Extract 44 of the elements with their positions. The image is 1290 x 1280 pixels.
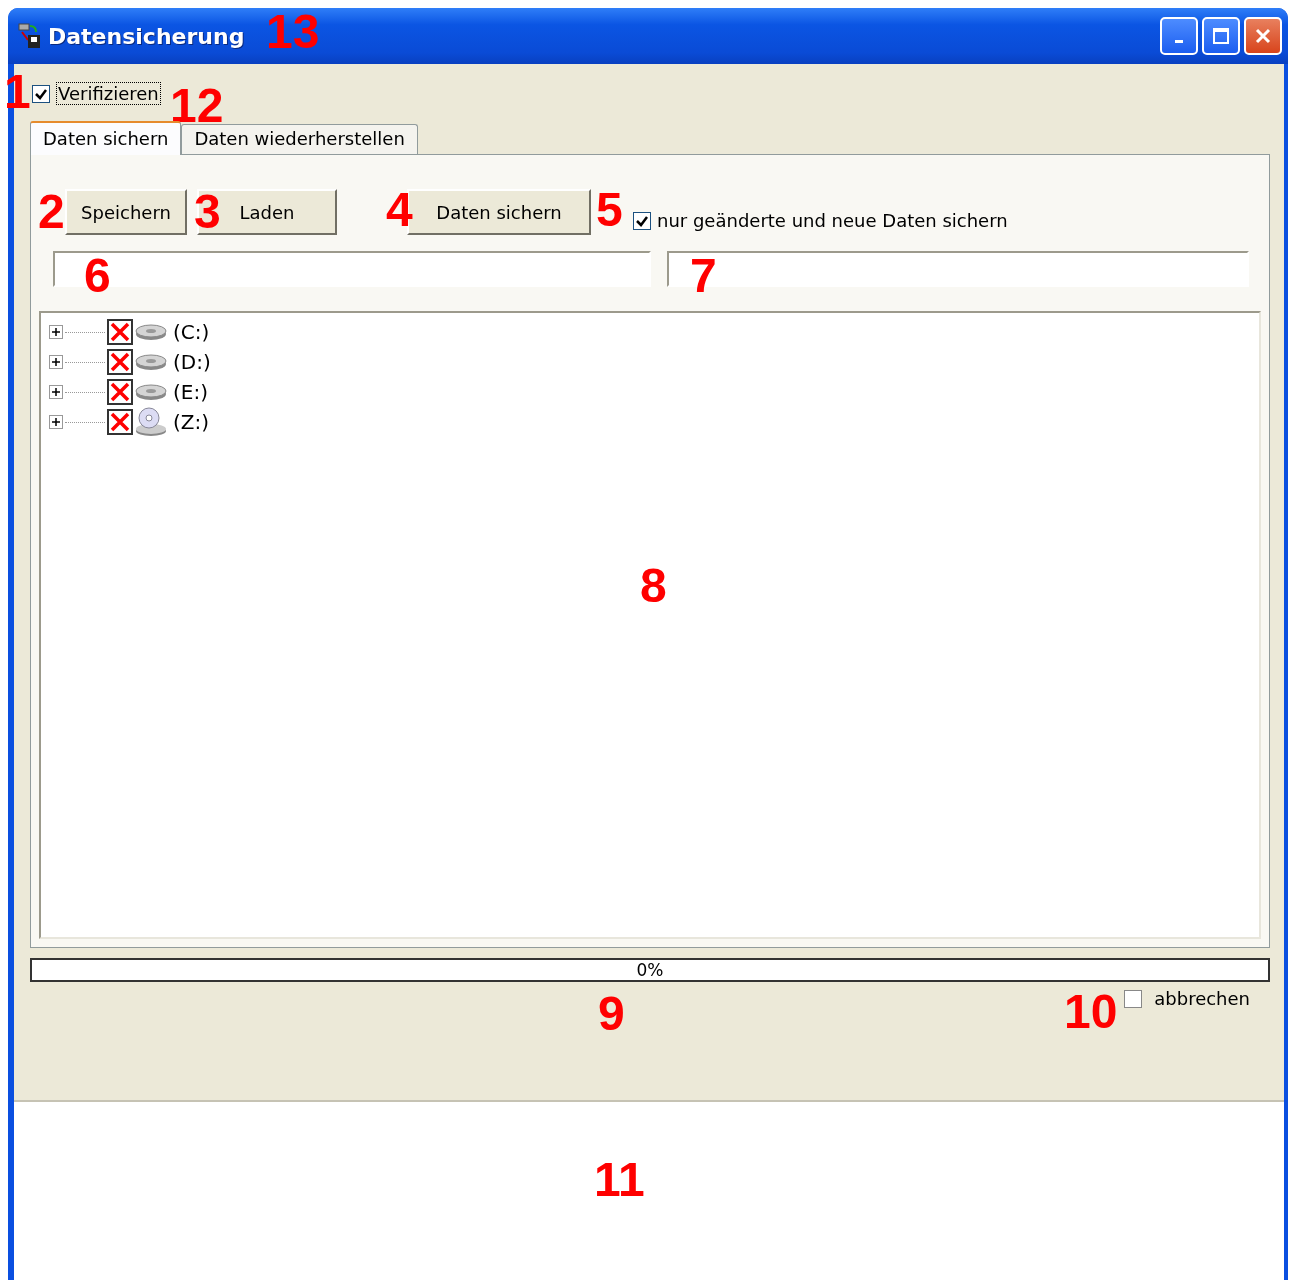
callout-number: 8 [640, 562, 667, 610]
minimize-button[interactable] [1160, 17, 1198, 55]
maximize-icon [1212, 27, 1230, 45]
callout-number: 11 [594, 1156, 645, 1204]
progress-reading: 0% [635, 960, 665, 980]
drive-label[interactable]: (E:) [173, 380, 208, 404]
drive-label[interactable]: (C:) [173, 320, 210, 344]
expand-icon[interactable] [49, 325, 63, 339]
callout-number: 6 [84, 252, 111, 300]
excluded-checkbox[interactable] [107, 409, 133, 435]
checkbox-label: nur geänderte und neue Daten sichern [657, 210, 1008, 231]
tab[interactable]: Daten sichern [30, 121, 182, 155]
tab[interactable]: Daten wiederherstellen [181, 124, 418, 154]
hard-drive-icon [135, 353, 167, 371]
backup-icon [18, 23, 42, 49]
checkbox-label: abbrechen [1154, 988, 1250, 1009]
callout-number: 10 [1064, 988, 1118, 1036]
expand-icon[interactable] [49, 415, 63, 429]
minimize-icon [1175, 39, 1183, 43]
excluded-checkbox[interactable] [107, 319, 133, 345]
hard-drive-icon [135, 383, 167, 401]
expand-icon[interactable] [49, 355, 63, 369]
only-changed-checkbox[interactable] [633, 211, 651, 230]
maximize-button[interactable] [1202, 17, 1240, 55]
checkbox-label: Verifizieren [56, 82, 161, 105]
excluded-checkbox[interactable] [107, 349, 133, 375]
callout-number: 7 [690, 252, 717, 300]
callout-number: 3 [194, 188, 221, 236]
drive-label[interactable]: (D:) [173, 350, 211, 374]
close-icon [1254, 27, 1272, 45]
callout-number: 2 [38, 188, 65, 236]
close-button[interactable] [1244, 17, 1282, 55]
excluded-checkbox[interactable] [107, 379, 133, 405]
callout-number: 13 [266, 8, 320, 56]
expand-icon[interactable] [49, 385, 63, 399]
verify-checkbox[interactable] [32, 84, 50, 103]
cd-drive-icon [135, 407, 167, 437]
action-button[interactable]: Speichern [65, 189, 187, 235]
drive-label[interactable]: (Z:) [173, 410, 210, 434]
callout-number: 5 [596, 186, 623, 234]
hard-drive-icon [135, 323, 167, 341]
window-title: Datensicherung [48, 23, 245, 49]
callout-number: 9 [598, 990, 625, 1038]
cancel-checkbox[interactable] [1124, 989, 1143, 1008]
